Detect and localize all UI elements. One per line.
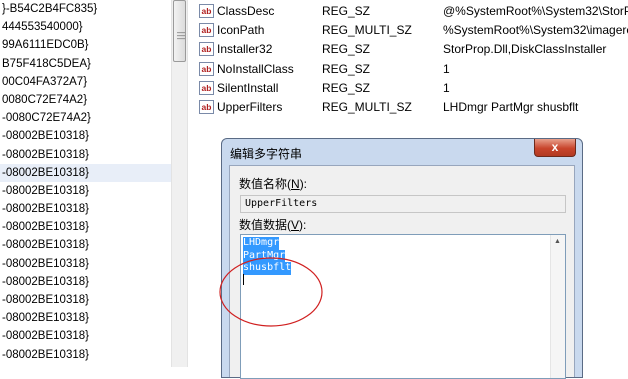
value-name-field[interactable]: UpperFilters: [240, 195, 566, 213]
tree-item[interactable]: -08002BE10318}: [0, 255, 171, 273]
tree-item[interactable]: -08002BE10318}: [0, 146, 171, 164]
tree-item[interactable]: -08002BE10318}: [0, 346, 171, 364]
value-row[interactable]: ab ClassDesc REG_SZ @%SystemRoot%\System32\…: [199, 2, 628, 21]
tree-item[interactable]: -08002BE10318}: [0, 163, 171, 182]
tree-list: }-B54C2B4FC835} 444553540000} 99A6111EDC0B…: [0, 0, 171, 367]
value-name: UpperFilters: [217, 100, 283, 114]
tree-scrollbar[interactable]: — — —: [171, 0, 188, 367]
value-type: REG_MULTI_SZ: [322, 23, 412, 38]
tree-item[interactable]: 99A6111EDC0B}: [0, 36, 171, 54]
value-name: IconPath: [217, 23, 265, 38]
scrollbar-thumb[interactable]: — — —: [173, 0, 186, 62]
value-name: ClassDesc: [217, 4, 275, 18]
grip-icon: — — —: [177, 28, 185, 43]
textarea-scrollbar[interactable]: ▲: [550, 235, 565, 378]
string-value-icon: ab: [199, 61, 214, 76]
value-data: StorProp.Dll,DiskClassInstaller: [443, 42, 607, 57]
value-type: REG_SZ: [322, 4, 371, 18]
tree-item[interactable]: }-B54C2B4FC835}: [0, 0, 171, 18]
value-name: SilentInstall: [217, 80, 279, 95]
tree-item[interactable]: -08002BE10318}: [0, 327, 171, 345]
tree-item[interactable]: -08002BE10318}: [0, 127, 171, 145]
value-row[interactable]: ab IconPath REG_MULTI_SZ %SystemRoot%\Syste…: [199, 21, 628, 40]
value-data-label: 数值数据(V):: [239, 218, 307, 232]
close-button[interactable]: x: [534, 139, 576, 157]
value-type: REG_SZ: [322, 80, 371, 95]
value-row[interactable]: ab NoInstallClass REG_SZ 1: [199, 60, 628, 79]
value-data-textarea[interactable]: LHDmgr PartMgr shusbflt ▲: [240, 234, 566, 379]
tree-item[interactable]: 444553540000}: [0, 18, 171, 36]
value-name-label: 数值名称(N):: [239, 177, 308, 191]
string-value-icon: ab: [199, 42, 214, 57]
value-type: REG_SZ: [322, 61, 371, 76]
string-value-icon: ab: [199, 80, 214, 95]
value-name: NoInstallClass: [217, 61, 294, 76]
tree-item[interactable]: -08002BE10318}: [0, 200, 171, 218]
value-row[interactable]: ab Installer32 REG_SZ StorProp.Dll,DiskClas…: [199, 40, 628, 59]
value-data: LHDmgr PartMgr shusbflt: [443, 100, 579, 114]
dialog-body: 数值名称(N): UpperFilters 数值数据(V): LHDmgr Pa…: [229, 165, 575, 379]
value-data: 1: [443, 61, 450, 76]
value-data-text: LHDmgr PartMgr shusbflt: [243, 237, 292, 275]
data-line: PartMgr: [243, 249, 286, 262]
string-value-icon: ab: [199, 4, 214, 18]
tree-item[interactable]: B75F418C5DEA}: [0, 55, 171, 73]
value-row[interactable]: ab UpperFilters REG_MULTI_SZ LHDmgr PartMgr…: [199, 98, 628, 117]
value-row[interactable]: ab SilentInstall REG_SZ 1: [199, 79, 628, 98]
tree-item[interactable]: -08002BE10318}: [0, 236, 171, 254]
value-data: @%SystemRoot%\System32\StorPr: [443, 4, 628, 18]
value-type: REG_SZ: [322, 42, 371, 57]
string-value-icon: ab: [199, 23, 214, 38]
tree-item[interactable]: -08002BE10318}: [0, 273, 171, 291]
tree-item[interactable]: 0080C72E74A2}: [0, 91, 171, 109]
edit-multi-string-dialog: 编辑多字符串 x 数值名称(N): UpperFilters 数值数据(V): …: [221, 138, 583, 379]
tree-item[interactable]: -08002BE10318}: [0, 291, 171, 309]
string-value-icon: ab: [199, 100, 214, 114]
dialog-title: 编辑多字符串: [230, 147, 303, 161]
value-data: 1: [443, 80, 450, 95]
tree-item[interactable]: -0080C72E74A2}: [0, 109, 171, 127]
value-name: Installer32: [217, 42, 273, 57]
data-line: shusbflt: [243, 262, 292, 275]
tree-item[interactable]: -08002BE10318}: [0, 218, 171, 236]
tree-item[interactable]: -08002BE10318}: [0, 182, 171, 200]
registry-key-tree[interactable]: }-B54C2B4FC835} 444553540000} 99A6111EDC0B…: [0, 0, 171, 367]
tree-item[interactable]: 00C04FA372A7}: [0, 73, 171, 91]
scroll-up-arrow-icon[interactable]: ▲: [554, 238, 561, 245]
text-caret: [243, 274, 244, 285]
value-data: %SystemRoot%\System32\imagere: [443, 23, 628, 38]
data-line: LHDmgr: [243, 237, 280, 250]
value-type: REG_MULTI_SZ: [322, 100, 412, 114]
tree-item[interactable]: -08002BE10318}: [0, 309, 171, 327]
